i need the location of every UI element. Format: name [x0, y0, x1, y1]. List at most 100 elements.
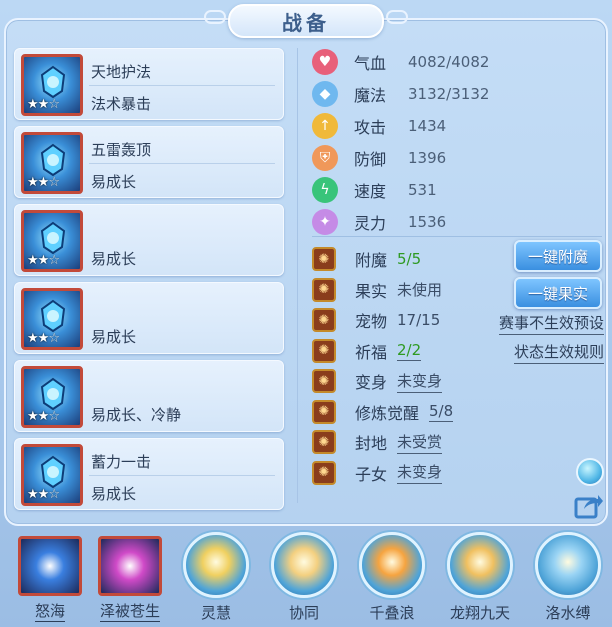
extra-label: 果实 — [355, 281, 388, 301]
skill-square-icon[interactable] — [18, 536, 82, 596]
skill-badge-icon[interactable] — [535, 532, 601, 598]
gear-effect: 易成长 — [91, 328, 137, 346]
stat-row: ♥ 气血 4082/4082 — [312, 46, 602, 78]
enchant-all-button[interactable]: 一键附魔 — [514, 240, 602, 272]
gear-name: 天地护法 — [91, 63, 152, 81]
cultivation-icon: ✺ — [312, 399, 336, 424]
skill-badge-icon[interactable] — [183, 532, 249, 598]
gear-row[interactable]: ★★☆ 五雷轰顶易成长 — [14, 126, 284, 198]
star-rating: ★★☆ — [27, 253, 60, 268]
gear-effect: 易成长 — [91, 250, 137, 268]
skill-bar: 怒海 泽被苍生 灵慧 协同 千叠浪 龙翔九天 洛水缚 — [0, 528, 612, 627]
extra-row[interactable]: ✺ 变身 未变身 — [312, 366, 608, 397]
sword-icon: ↑ — [312, 113, 338, 139]
stat-value: 3132/3132 — [408, 85, 490, 103]
skill-slot[interactable]: 龙翔九天 — [440, 532, 520, 623]
extra-value[interactable]: 未受赏 — [397, 431, 443, 454]
extra-label: 封地 — [355, 434, 388, 454]
gear-name: 五雷轰顶 — [91, 141, 152, 159]
transform-icon: ✺ — [312, 369, 336, 394]
belt-blue-icon[interactable]: ★★☆ — [21, 366, 83, 428]
stat-label: 魔法 — [354, 86, 387, 105]
stat-row: ◆ 魔法 3132/3132 — [312, 78, 602, 110]
gear-row[interactable]: ★★☆ 易成长、冷静 — [14, 360, 284, 432]
title-plate: 战备 — [228, 4, 384, 38]
extra-value[interactable]: 未变身 — [397, 461, 443, 485]
extra-value: 17/15 — [397, 311, 441, 330]
gear-list: ★★☆ 天地护法 法术暴击 ★★☆ 五雷轰顶 易成长 ★★☆ 易成长 ★★☆ 易成长 ★★☆ 易成长、… — [14, 48, 284, 516]
crown-blue-icon[interactable]: ★★☆ — [21, 210, 83, 272]
fruit-icon: ✺ — [312, 277, 336, 302]
gear-effect: 易成长 — [91, 485, 137, 503]
skill-slot[interactable]: 千叠浪 — [352, 532, 432, 623]
gear-divider — [89, 85, 275, 86]
lightning-icon: ϟ — [312, 177, 338, 203]
skill-badge-icon[interactable] — [447, 532, 513, 598]
skill-name: 洛水缚 — [545, 604, 591, 622]
stat-row: ϟ 速度 531 — [312, 174, 602, 206]
stat-value: 1396 — [408, 149, 447, 167]
rules-link[interactable]: 状态生效规则 — [513, 341, 604, 364]
star-rating: ★★☆ — [27, 331, 60, 346]
title-left-ornament — [204, 10, 226, 24]
gear-divider — [89, 475, 275, 476]
extra-row[interactable]: ✺ 修炼觉醒 5/8 — [312, 397, 608, 428]
stat-label: 灵力 — [354, 214, 387, 233]
refresh-icon[interactable] — [576, 458, 604, 486]
page-title: 战备 — [282, 10, 330, 35]
stat-row: ⛨ 防御 1396 — [312, 142, 602, 174]
child-icon: ✺ — [312, 460, 336, 485]
extra-value: 5/5 — [397, 250, 422, 269]
extra-row[interactable]: ✺ 封地 未受赏 — [312, 427, 608, 458]
star-rating: ★★☆ — [27, 409, 60, 424]
gear-effect: 易成长 — [91, 173, 137, 191]
column-divider — [297, 48, 298, 503]
gear-row[interactable]: ★★☆ 蓄力一击易成长 — [14, 438, 284, 510]
stat-label: 防御 — [354, 150, 387, 169]
skill-name: 灵慧 — [200, 604, 231, 622]
stats-divider — [312, 236, 602, 237]
skill-badge-icon[interactable] — [271, 532, 337, 598]
star-rating: ★★☆ — [27, 97, 60, 112]
skill-slot[interactable]: 怒海 — [10, 532, 90, 622]
skill-badge-icon[interactable] — [359, 532, 425, 598]
gear-divider — [89, 163, 275, 164]
stat-row: ✦ 灵力 1536 — [312, 206, 602, 238]
stat-label: 攻击 — [354, 118, 387, 137]
extra-label: 宠物 — [355, 312, 388, 332]
extra-label: 祈福 — [355, 342, 388, 362]
mana-gem-icon: ◆ — [312, 81, 338, 107]
spear-blue-icon[interactable]: ★★☆ — [21, 54, 83, 116]
preset-link[interactable]: 赛事不生效预设 — [498, 312, 604, 335]
gear-name: 蓄力一击 — [91, 453, 152, 471]
blessing-icon: ✺ — [312, 338, 336, 363]
gear-row[interactable]: ★★☆ 易成长 — [14, 282, 284, 354]
stat-label: 速度 — [354, 182, 387, 201]
boots-blue-icon[interactable]: ★★☆ — [21, 444, 83, 506]
skill-name: 泽被苍生 — [99, 602, 160, 622]
heart-icon: ♥ — [312, 49, 338, 75]
extra-value[interactable]: 2/2 — [397, 341, 422, 361]
extra-value[interactable]: 未变身 — [397, 370, 443, 393]
skill-slot[interactable]: 协同 — [264, 532, 344, 623]
skill-square-icon[interactable] — [98, 536, 162, 596]
extra-row[interactable]: ✺ 子女 未变身 — [312, 458, 608, 489]
helmet-blue-icon[interactable]: ★★☆ — [21, 132, 83, 194]
stat-value: 4082/4082 — [408, 53, 490, 71]
share-icon[interactable] — [574, 492, 604, 520]
extra-value[interactable]: 5/8 — [429, 402, 454, 422]
skill-slot[interactable]: 洛水缚 — [528, 532, 608, 623]
skill-slot[interactable]: 泽被苍生 — [90, 532, 170, 622]
gear-row[interactable]: ★★☆ 天地护法 法术暴击 — [14, 48, 284, 120]
armor-blue-icon[interactable]: ★★☆ — [21, 288, 83, 350]
skill-name: 协同 — [288, 604, 319, 622]
skill-slot[interactable]: 灵慧 — [176, 532, 256, 623]
fruit-all-button[interactable]: 一键果实 — [514, 277, 602, 309]
gear-row[interactable]: ★★☆ 易成长 — [14, 204, 284, 276]
star-rating: ★★☆ — [27, 175, 60, 190]
extra-label: 附魔 — [355, 251, 388, 271]
spirit-icon: ✦ — [312, 209, 338, 235]
stat-value: 1434 — [408, 117, 447, 135]
shield-icon: ⛨ — [312, 145, 338, 171]
skill-name: 千叠浪 — [369, 604, 415, 622]
